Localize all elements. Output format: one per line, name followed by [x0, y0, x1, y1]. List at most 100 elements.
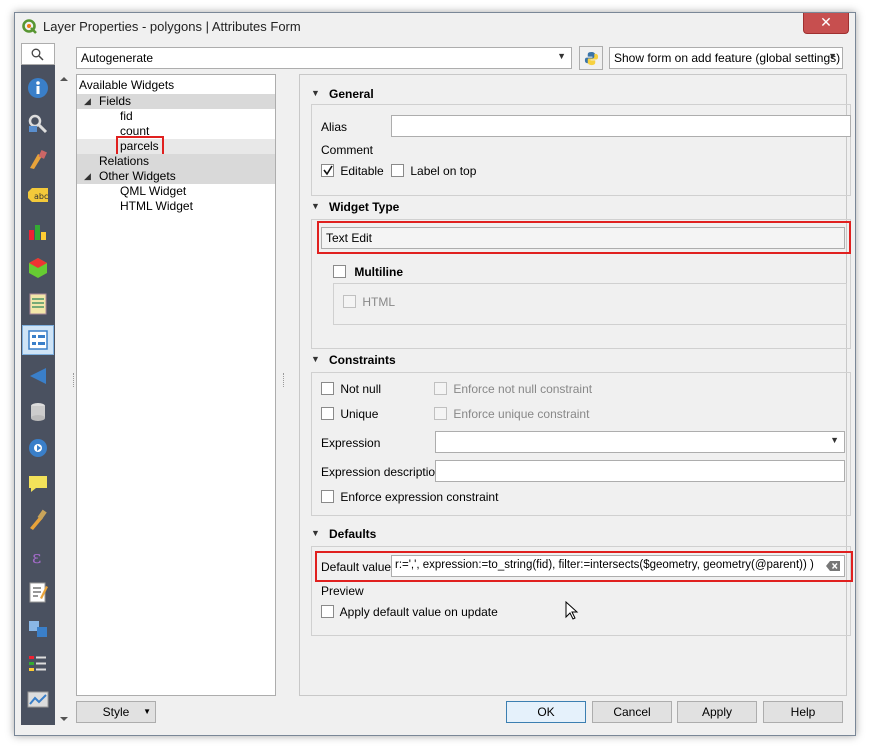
close-button[interactable]: ✕: [803, 13, 849, 34]
sidebar-tab-auxiliary-storage[interactable]: [22, 397, 54, 427]
editable-check[interactable]: [321, 164, 334, 177]
sidebar-tab-joins[interactable]: [22, 361, 54, 391]
dependencies-icon: [29, 621, 47, 637]
enforce-expression-checkbox[interactable]: Enforce expression constraint: [321, 490, 499, 506]
sidebar-tab-rendering[interactable]: [22, 505, 54, 535]
sidebar-tab-qgis-server[interactable]: [22, 685, 54, 715]
enforce-not-null-checkbox[interactable]: Enforce not null constraint: [434, 382, 592, 398]
checkmark-icon: [323, 165, 333, 176]
expression-label: Expression: [321, 436, 381, 450]
apply-button[interactable]: Apply: [677, 701, 757, 723]
tree-group-label: Relations: [99, 154, 150, 168]
unique-checkbox[interactable]: Unique: [321, 407, 379, 423]
cancel-button-label: Cancel: [613, 705, 651, 719]
constraints-section-header[interactable]: ▼ Constraints: [311, 352, 851, 368]
collapse-icon[interactable]: ▼: [311, 88, 320, 98]
tree-group-relations[interactable]: Relations: [77, 154, 275, 169]
multiline-checkbox[interactable]: Multiline: [333, 265, 403, 281]
not-null-checkbox[interactable]: Not null: [321, 382, 381, 398]
tree-item-qml-widget[interactable]: QML Widget: [120, 184, 186, 199]
tabbar-scrollbar[interactable]: [59, 75, 69, 725]
python-init-button[interactable]: [579, 46, 603, 70]
general-section-header[interactable]: ▼ General: [311, 86, 851, 102]
unique-label: Unique: [340, 407, 379, 421]
collapse-icon[interactable]: ▼: [311, 354, 320, 364]
collapse-icon[interactable]: ▼: [311, 528, 320, 538]
help-button-label: Help: [790, 705, 816, 719]
sidebar-tab-information[interactable]: [22, 73, 54, 103]
title-bar[interactable]: Layer Properties - polygons | Attributes…: [15, 13, 855, 41]
label-on-top-checkbox[interactable]: Label on top: [391, 164, 476, 180]
sidebar-tab-diagrams[interactable]: [22, 217, 54, 247]
sidebar-tab-variables[interactable]: ε: [22, 541, 54, 571]
html-check[interactable]: [343, 295, 356, 308]
widget-type-section-header[interactable]: ▼ Widget Type: [311, 199, 851, 215]
tree-group-fields[interactable]: ◢ Fields: [77, 94, 275, 109]
style-button[interactable]: Style ▼: [76, 701, 156, 723]
apply-on-update-checkbox[interactable]: Apply default value on update: [321, 605, 498, 621]
tree-item-html-widget[interactable]: HTML Widget: [120, 199, 193, 214]
sidebar-tab-fields[interactable]: [22, 289, 54, 319]
help-button[interactable]: Help: [763, 701, 843, 723]
close-icon: ✕: [820, 14, 832, 30]
tab-search-input[interactable]: [21, 43, 55, 65]
tree-item-parcels-row[interactable]: [77, 139, 275, 154]
sidebar-tab-actions[interactable]: [22, 433, 54, 463]
html-checkbox[interactable]: HTML: [343, 295, 395, 311]
expression-input[interactable]: ▼: [435, 431, 845, 453]
enforce-expression-check[interactable]: [321, 490, 334, 503]
show-form-combo[interactable]: Show form on add feature (global setting…: [609, 47, 843, 69]
legend-icon: [29, 656, 46, 671]
available-widgets-tree[interactable]: Available Widgets ◢ Fields fid count par…: [76, 74, 276, 696]
mouse-cursor-icon: [565, 601, 579, 620]
unique-check[interactable]: [321, 407, 334, 420]
apply-on-update-label: Apply default value on update: [339, 605, 498, 619]
sidebar-tab-3d-view[interactable]: [22, 253, 54, 283]
joins-icon: [30, 368, 46, 384]
chevron-down-icon: ▼: [557, 51, 566, 61]
sidebar-tab-symbology[interactable]: [22, 145, 54, 175]
expand-down-icon[interactable]: ◢: [84, 94, 91, 109]
scroll-down-icon[interactable]: [60, 715, 68, 723]
window-title: Layer Properties - polygons | Attributes…: [43, 19, 301, 34]
sidebar-tab-metadata[interactable]: [22, 577, 54, 607]
tree-group-other-widgets[interactable]: ◢ Other Widgets: [77, 169, 275, 184]
sidebar-tab-source[interactable]: [22, 109, 54, 139]
cancel-button[interactable]: Cancel: [592, 701, 672, 723]
alias-input[interactable]: [391, 115, 851, 137]
enforce-not-null-check[interactable]: [434, 382, 447, 395]
defaults-title: Defaults: [329, 527, 377, 541]
editable-checkbox[interactable]: Editable: [321, 164, 384, 180]
tree-header: Available Widgets: [79, 78, 175, 92]
expand-down-icon[interactable]: ◢: [84, 169, 91, 184]
preview-label: Preview: [321, 584, 364, 598]
fields-icon: [29, 293, 47, 315]
sidebar-tab-attributes-form[interactable]: [22, 325, 54, 355]
svg-text:abc: abc: [34, 192, 48, 201]
not-null-check[interactable]: [321, 382, 334, 395]
multiline-group: [333, 283, 847, 325]
symbology-icon: [30, 150, 47, 169]
enforce-unique-checkbox[interactable]: Enforce unique constraint: [434, 407, 589, 423]
collapse-icon[interactable]: ▼: [311, 201, 320, 211]
sidebar-tab-labels[interactable]: abc: [22, 181, 54, 211]
sidebar-tab-legend[interactable]: [22, 649, 54, 679]
splitter-handle[interactable]: [73, 373, 76, 387]
chevron-down-icon[interactable]: ▼: [830, 435, 839, 445]
defaults-section-header[interactable]: ▼ Defaults: [311, 526, 851, 542]
multiline-check[interactable]: [333, 265, 346, 278]
splitter-handle[interactable]: [283, 373, 286, 387]
ok-button[interactable]: OK: [506, 701, 586, 723]
actions-icon: [29, 439, 47, 457]
enforce-unique-check[interactable]: [434, 407, 447, 420]
sidebar-tab-dependencies[interactable]: [22, 613, 54, 643]
layout-combo[interactable]: Autogenerate ▼: [76, 47, 572, 69]
scroll-up-icon[interactable]: [60, 75, 68, 83]
label-on-top-check[interactable]: [391, 164, 404, 177]
enforce-expression-label: Enforce expression constraint: [340, 490, 499, 504]
expression-description-input[interactable]: [435, 460, 845, 482]
information-icon: [28, 78, 48, 98]
apply-on-update-check[interactable]: [321, 605, 334, 618]
sidebar-tab-display[interactable]: [22, 469, 54, 499]
tree-item-fid[interactable]: fid: [120, 109, 133, 124]
